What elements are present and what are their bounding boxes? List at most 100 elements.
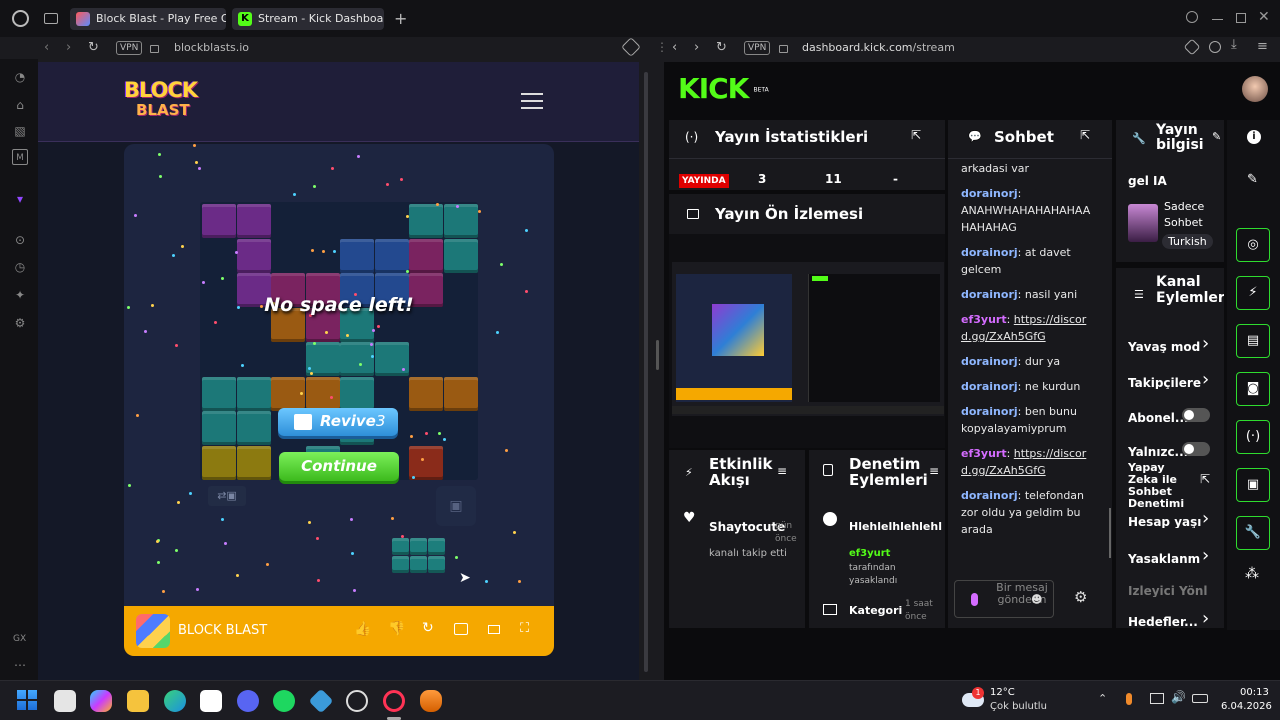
toggle-switch[interactable] (1182, 408, 1210, 422)
chat-username[interactable]: ef3yurt (961, 313, 1007, 326)
channel-action-item[interactable]: Yapay Zeka ile Sohbet Denetimi ⇱ (1128, 462, 1222, 514)
theater-icon[interactable] (488, 625, 500, 634)
tab-islands-icon[interactable] (44, 13, 58, 24)
next-piece[interactable] (392, 538, 446, 574)
chevron-right-icon[interactable]: › (1202, 545, 1209, 566)
edge-icon[interactable] (164, 690, 186, 712)
clock-time[interactable]: 00:13 (1240, 687, 1269, 698)
kick-logo[interactable]: KICK BETA (678, 72, 769, 105)
channel-action-item[interactable]: Abonel... (1128, 408, 1222, 428)
extensions-icon[interactable]: ✦ (12, 287, 28, 303)
channel-action-item[interactable]: İzleyici Yönlendir (1128, 582, 1222, 601)
fullscreen-icon[interactable]: ⛶ (520, 621, 529, 636)
popout-icon[interactable]: ⇱ (911, 128, 921, 142)
chevron-right-icon[interactable]: › (1202, 369, 1209, 390)
preview-thumbnail[interactable] (672, 262, 944, 416)
chat-popout-icon[interactable]: ⇱ (1080, 128, 1090, 142)
user-avatar[interactable] (1242, 76, 1268, 102)
gx-label[interactable]: GX (13, 634, 26, 644)
channel-action-item[interactable]: Hedefler... › (1128, 608, 1222, 628)
channel-action-item[interactable]: Takipçilere › (1128, 369, 1222, 393)
task-view-icon[interactable] (54, 690, 76, 712)
left-scrollbar[interactable] (640, 62, 652, 680)
profile-icon[interactable] (1209, 41, 1221, 53)
activity-user[interactable]: Shaytocute (709, 520, 785, 534)
dislike-icon[interactable]: 👎 (388, 621, 405, 637)
tray-volume-icon[interactable]: 🔊 (1171, 690, 1186, 704)
revive-button[interactable]: Revive 3 (278, 408, 398, 436)
settings-gear-icon[interactable]: ⚙ (12, 315, 28, 331)
weather-desc[interactable]: Çok bulutlu (990, 701, 1047, 712)
rail-edit-icon[interactable]: ✎ (1247, 172, 1258, 187)
new-tab-plus-icon[interactable]: + (394, 9, 407, 28)
tray-chevron-icon[interactable]: ⌃ (1098, 692, 1107, 705)
chat-username[interactable]: dorainorj (961, 246, 1018, 259)
rail-broadcast-icon[interactable]: (·) (1236, 420, 1270, 454)
chevron-right-icon[interactable]: › (1202, 508, 1209, 529)
twitch-icon[interactable]: ▾ (12, 191, 28, 207)
split-divider[interactable]: ⋮ (656, 40, 668, 54)
chat-username[interactable]: dorainorj (961, 405, 1018, 418)
swap-icon[interactable]: ⇄▣ (208, 486, 246, 506)
channel-action-item[interactable]: Hesap yaşı › (1128, 508, 1222, 532)
rail-chat-icon[interactable]: ◙ (1236, 372, 1270, 406)
left-back-icon[interactable]: ‹ (44, 40, 49, 55)
right-back-icon[interactable]: ‹ (672, 40, 677, 55)
history-icon[interactable]: ◷ (12, 259, 28, 275)
block-blast-logo[interactable]: BLOCK BLAST (124, 80, 210, 124)
chat-settings-gear-icon[interactable]: ⚙ (1074, 588, 1087, 606)
file-explorer-icon[interactable] (127, 690, 149, 712)
chat-message[interactable]: dorainorj: nasil yani (961, 286, 1096, 303)
chat-input[interactable]: Bir mesaj gönderin ☻ (954, 580, 1054, 618)
rail-dots-icon[interactable]: ⁂ (1245, 566, 1259, 582)
chevron-right-icon[interactable]: › (1202, 608, 1209, 628)
tray-mic-icon[interactable] (1126, 693, 1132, 705)
right-reload-icon[interactable]: ↻ (716, 40, 727, 55)
continue-button[interactable]: Continue (279, 452, 399, 481)
left-reload-icon[interactable]: ↻ (88, 40, 99, 55)
chat-message[interactable]: dorainorj: ne kurdun (961, 378, 1096, 395)
store-icon[interactable] (200, 690, 222, 712)
chat-username[interactable]: dorainorj (961, 288, 1018, 301)
minimize-icon[interactable] (1212, 19, 1223, 20)
chat-message[interactable]: dorainorj: ANAHWHAHAHAHAHAA HAHAHAG (961, 185, 1096, 236)
comment-icon[interactable] (454, 623, 468, 635)
download-icon[interactable]: ⤓ (1231, 37, 1237, 52)
steam-overlay-icon[interactable] (346, 690, 368, 712)
more-dots-icon[interactable]: ⋯ (12, 657, 28, 673)
chat-scrollbar[interactable] (1109, 508, 1111, 558)
right-url[interactable]: dashboard.kick.com/stream (802, 37, 955, 59)
channel-action-item[interactable]: Yalnızc... (1128, 442, 1222, 462)
spotify-icon[interactable] (273, 690, 295, 712)
left-forward-icon[interactable]: › (66, 40, 71, 55)
right-extensions-icon[interactable] (1183, 38, 1201, 56)
video-slot-icon[interactable]: ▣ (436, 486, 476, 526)
toggle-switch[interactable] (1182, 442, 1210, 456)
chat-message[interactable]: ef3yurt: https://discord.gg/ZxAh5GfG (961, 311, 1096, 345)
chat-message[interactable]: dorainorj: at davet gelcem (961, 244, 1096, 278)
tray-battery-icon[interactable] (1192, 694, 1208, 703)
discord-icon[interactable] (237, 690, 259, 712)
channel-action-item[interactable]: Yasaklanm › (1128, 545, 1222, 569)
chat-message[interactable]: dorainorj: dur ya (961, 353, 1096, 370)
moderation-filter-icon[interactable]: ≡ (929, 464, 939, 478)
fl-studio-icon[interactable] (420, 690, 442, 712)
copilot-icon[interactable] (90, 690, 112, 712)
opera-logo-icon[interactable] (12, 10, 29, 27)
play-circle-icon[interactable]: ⊙ (12, 232, 28, 248)
right-forward-icon[interactable]: › (694, 40, 699, 55)
player-icon[interactable]: ▧ (12, 123, 28, 139)
close-icon[interactable]: ✕ (1258, 9, 1270, 25)
tab-kick-dashboard[interactable]: K Stream - Kick Dashboard (232, 8, 384, 30)
chat-username[interactable]: dorainorj (961, 355, 1018, 368)
chat-message-list[interactable]: arkadasi var dorainorj: ANAHWHAHAHAHAHAA … (961, 160, 1096, 610)
workspace-icon[interactable]: ⌂ (12, 97, 28, 113)
info-circle-icon[interactable]: i (1247, 130, 1261, 144)
aria-icon[interactable]: ◔ (12, 69, 28, 85)
hamburger-menu-icon[interactable] (521, 93, 543, 109)
messenger-icon[interactable]: M (12, 149, 28, 165)
moderation-by-user[interactable]: ef3yurt (849, 548, 890, 559)
chat-username[interactable]: ef3yurt (961, 447, 1007, 460)
split-handle[interactable] (656, 340, 659, 370)
external-link-icon[interactable]: ⇱ (1200, 472, 1210, 486)
